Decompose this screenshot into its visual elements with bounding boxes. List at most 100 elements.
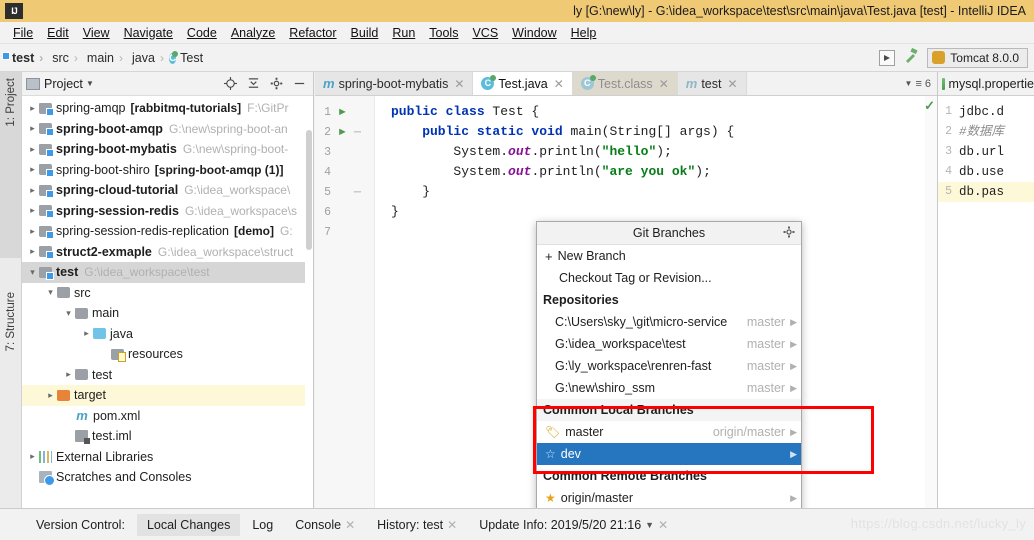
code-fold-icon[interactable]: ─ [354, 127, 361, 138]
close-icon[interactable]: ✕ [727, 77, 737, 91]
code-line[interactable]: System.out.println("are you ok"); [375, 162, 925, 182]
git-branches-popup[interactable]: Git Branches + New Branch Checkout Tag o… [536, 221, 802, 518]
menu-refactor[interactable]: Refactor [282, 24, 343, 42]
gutter-line[interactable]: 2 ► ─ [315, 122, 374, 142]
tree-expand-arrow-icon[interactable]: ▸ [80, 328, 93, 339]
tree-expand-arrow-icon[interactable]: ▸ [26, 123, 39, 134]
chevron-right-icon[interactable]: ▶ [790, 361, 797, 372]
tree-node[interactable]: ▸ target [22, 385, 313, 406]
tree-expand-arrow-icon[interactable]: ▸ [26, 226, 39, 237]
chevron-right-icon[interactable]: ▶ [790, 317, 797, 328]
tree-node[interactable]: Scratches and Consoles [22, 467, 313, 488]
tree-expand-arrow-icon[interactable]: ▸ [26, 144, 39, 155]
git-checkout-tag-item[interactable]: Checkout Tag or Revision... [537, 267, 801, 289]
tree-expand-arrow-icon[interactable]: ▾ [26, 267, 39, 278]
menu-file[interactable]: File [6, 24, 40, 42]
tree-node[interactable]: ▸ struct2-exmaple G:\idea_workspace\struct [22, 242, 313, 263]
editor-tab-test[interactable]: m test ✕ [677, 72, 747, 95]
close-icon[interactable]: ✕ [454, 77, 464, 91]
project-tree[interactable]: ▸ spring-amqp [rabbitmq-tutorials] F:\GitPr… [22, 96, 313, 506]
tab-update-info[interactable]: Update Info: 2019/5/20 21:16 ▼ ✕ [469, 514, 678, 536]
git-repository-row[interactable]: C:\Users\sky_\git\micro-service master ▶ [537, 311, 801, 333]
tree-node[interactable]: ▾ main [22, 303, 313, 324]
sidebar-item-structure[interactable]: 7: Structure [5, 292, 17, 351]
tree-node[interactable]: ▸ spring-boot-amqp G:\new\spring-boot-an [22, 119, 313, 140]
tree-expand-arrow-icon[interactable]: ▸ [26, 451, 39, 462]
editor-tab-mysql-properties[interactable]: mysql.propertie [938, 72, 1034, 96]
breadcrumb-item-src[interactable]: src › [48, 51, 83, 65]
gutter-line[interactable]: 3► [315, 142, 374, 162]
gutter-line[interactable]: 5►─ [315, 182, 374, 202]
gutter-line[interactable]: 7► [315, 222, 374, 242]
tree-expand-arrow-icon[interactable]: ▸ [26, 103, 39, 114]
run-button-icon[interactable] [879, 49, 896, 66]
tree-node[interactable]: test.iml [22, 426, 313, 447]
chevron-right-icon[interactable]: ▶ [790, 493, 797, 504]
right-editor-body[interactable]: 1 2 3 4 5 jdbc.d #数据库 db.url db.use db.pas [938, 96, 1034, 508]
git-local-branch-row[interactable]: ☆ dev ▶ [537, 443, 801, 465]
breadcrumb-item-java[interactable]: java › [128, 51, 169, 65]
hammer-icon[interactable] [903, 47, 919, 67]
tab-history-test[interactable]: History: test ✕ [367, 514, 467, 536]
editor-tab-spring-boot-mybatis[interactable]: m spring-boot-mybatis ✕ [315, 72, 474, 95]
hide-icon[interactable] [292, 77, 306, 91]
menu-help[interactable]: Help [564, 24, 604, 42]
chevron-down-icon[interactable]: ▼ [645, 520, 654, 530]
menu-analyze[interactable]: Analyze [224, 24, 282, 42]
collapse-all-icon[interactable] [246, 77, 260, 91]
sidebar-item-project[interactable]: 1: Project [5, 78, 17, 127]
run-gutter-icon[interactable]: ► [337, 106, 348, 118]
tree-expand-arrow-icon[interactable]: ▾ [62, 308, 75, 319]
editor-inspection-strip[interactable]: ✓ [924, 96, 937, 508]
menu-navigate[interactable]: Navigate [117, 24, 180, 42]
git-repository-row[interactable]: G:\idea_workspace\test master ▶ [537, 333, 801, 355]
menu-edit[interactable]: Edit [40, 24, 76, 42]
menu-build[interactable]: Build [344, 24, 386, 42]
tree-expand-arrow-icon[interactable]: ▸ [26, 164, 39, 175]
tree-node[interactable]: m pom.xml [22, 406, 313, 427]
properties-line[interactable]: db.pas [956, 182, 1034, 202]
chevron-right-icon[interactable]: ▶ [790, 449, 797, 460]
tree-expand-arrow-icon[interactable]: ▾ [44, 287, 57, 298]
run-gutter-icon[interactable]: ► [337, 126, 348, 138]
git-new-branch-item[interactable]: + New Branch [537, 245, 801, 267]
editor-tab-test-class[interactable]: C Test.class ✕ [572, 72, 678, 95]
menu-tools[interactable]: Tools [422, 24, 465, 42]
git-remote-branch-row[interactable]: ★ origin/master ▶ [537, 487, 801, 509]
tab-local-changes[interactable]: Local Changes [136, 513, 241, 536]
code-line[interactable]: } [375, 182, 925, 202]
run-configuration-selector[interactable]: Tomcat 8.0.0 [927, 47, 1028, 68]
tree-node[interactable]: ▾ test G:\idea_workspace\test [22, 262, 313, 283]
editor-tab-overflow[interactable]: ▼ ≡ 6 [746, 72, 937, 95]
breadcrumb-item-class[interactable]: C Test [168, 50, 203, 66]
gear-icon[interactable] [783, 226, 795, 241]
editor-gutter[interactable]: 1►2►─3►4►5►─6►7► [315, 96, 375, 508]
code-line[interactable]: System.out.println("hello"); [375, 142, 925, 162]
menu-view[interactable]: View [76, 24, 117, 42]
code-line[interactable]: } [375, 202, 925, 222]
properties-line[interactable]: #数据库 [956, 122, 1034, 142]
code-line[interactable]: public class Test { [375, 102, 925, 122]
tree-node[interactable]: ▸ spring-cloud-tutorial G:\idea_workspace\ [22, 180, 313, 201]
close-icon[interactable]: ✕ [658, 518, 668, 532]
menu-vcs[interactable]: VCS [465, 24, 505, 42]
chevron-right-icon[interactable]: ▶ [790, 383, 797, 394]
code-line[interactable]: public static void main(String[] args) { [375, 122, 925, 142]
tree-node[interactable]: ▸ spring-session-redis-replication [demo] G… [22, 221, 313, 242]
properties-line[interactable]: db.url [956, 142, 1034, 162]
git-repository-row[interactable]: G:\new\shiro_ssm master ▶ [537, 377, 801, 399]
tree-node[interactable]: resources [22, 344, 313, 365]
menu-code[interactable]: Code [180, 24, 224, 42]
gutter-line[interactable]: 6► [315, 202, 374, 222]
close-icon[interactable]: ✕ [345, 518, 355, 532]
project-tree-scrollbar[interactable] [305, 96, 313, 506]
gutter-line[interactable]: 1 ► [315, 102, 374, 122]
tree-expand-arrow-icon[interactable]: ▸ [26, 205, 39, 216]
chevron-right-icon[interactable]: ▶ [790, 427, 797, 438]
editor-tab-test-java[interactable]: C Test.java ✕ [473, 72, 573, 95]
menu-window[interactable]: Window [505, 24, 563, 42]
properties-line[interactable]: jdbc.d [956, 102, 1034, 122]
settings-gear-icon[interactable] [269, 77, 283, 91]
tree-node[interactable]: ▸ java [22, 324, 313, 345]
tree-expand-arrow-icon[interactable]: ▸ [26, 185, 39, 196]
